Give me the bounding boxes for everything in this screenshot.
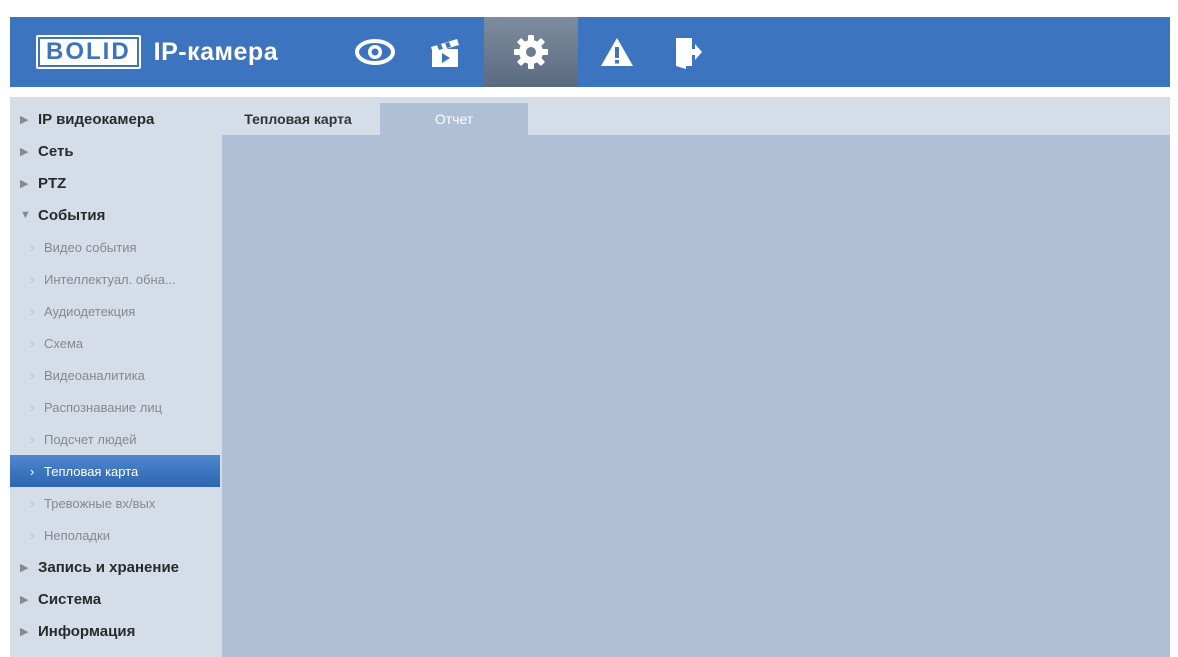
sidebar-item-information[interactable]: ▶ Информация	[10, 615, 222, 647]
sidebar-subitem-label: Видеоаналитика	[44, 367, 145, 383]
sidebar-item-events[interactable]: ▼ События	[10, 199, 222, 231]
sidebar-item-label: PTZ	[38, 174, 67, 192]
top-header: BOLID IP-камера	[10, 17, 1170, 87]
chevron-right-icon: ›	[30, 367, 35, 383]
sidebar-item-label: События	[38, 206, 106, 224]
sidebar-subitem-label: Тревожные вх/вых	[44, 495, 156, 511]
sidebar-item-ptz[interactable]: ▶ PTZ	[10, 167, 222, 199]
sidebar-subitem-scheme[interactable]: › Схема	[10, 327, 222, 359]
logout-icon	[676, 38, 703, 69]
sidebar-subitem-alarm-io[interactable]: › Тревожные вх/вых	[10, 487, 222, 519]
sidebar-item-label: Система	[38, 590, 102, 608]
sidebar-subitem-label: Подсчет людей	[44, 431, 137, 447]
sidebar-item-label: Информация	[38, 622, 136, 640]
sidebar-subitem-label: Тепловая карта	[44, 463, 139, 479]
eye-icon	[355, 39, 396, 65]
sidebar-subitem-face-recognition[interactable]: › Распознавание лиц	[10, 391, 222, 423]
sidebar-subitem-label: Схема	[44, 335, 84, 351]
sidebar-subitem-label: Неполадки	[44, 527, 110, 543]
chevron-right-icon: ›	[30, 335, 35, 351]
clapperboard-icon	[431, 39, 460, 67]
content-area	[222, 135, 1170, 657]
sidebar-subitem-label: Распознавание лиц	[44, 399, 163, 415]
warning-icon	[601, 38, 634, 66]
triangle-right-icon: ▶	[20, 625, 29, 638]
sidebar-subitem-label: Видео события	[44, 239, 137, 255]
nav-alarm-button[interactable]	[582, 17, 652, 87]
triangle-right-icon: ▶	[20, 113, 29, 126]
chevron-right-icon: ›	[30, 463, 35, 479]
chevron-right-icon: ›	[30, 495, 35, 511]
nav-live-view-button[interactable]	[340, 17, 410, 87]
sidebar-subitem-label: Аудиодетекция	[44, 303, 136, 319]
sidebar-item-label: Запись и хранение	[38, 558, 180, 576]
logo: BOLID IP-камера	[36, 35, 278, 69]
chevron-right-icon: ›	[30, 271, 35, 287]
triangle-down-icon: ▼	[20, 209, 31, 221]
tab-heat-map[interactable]: Тепловая карта	[222, 103, 374, 135]
chevron-right-icon: ›	[30, 527, 35, 543]
sidebar-subitem-people-counting[interactable]: › Подсчет людей	[10, 423, 222, 455]
sidebar-item-label: IP видеокамера	[38, 110, 155, 128]
sidebar-item-label: Сеть	[38, 142, 74, 160]
sidebar-subitem-label: Интеллектуал. обна...	[44, 271, 176, 287]
nav-settings-button[interactable]	[484, 17, 579, 87]
sidebar-item-ip-camera[interactable]: ▶ IP видеокамера	[10, 103, 222, 135]
chevron-right-icon: ›	[30, 431, 35, 447]
gear-icon	[514, 35, 549, 69]
triangle-right-icon: ▶	[20, 177, 29, 190]
sidebar-subitem-video-events[interactable]: › Видео события	[10, 231, 222, 263]
main-content: Тепловая карта Отчет	[222, 97, 1170, 657]
triangle-right-icon: ▶	[20, 593, 29, 606]
chevron-right-icon: ›	[30, 399, 35, 415]
triangle-right-icon: ▶	[20, 145, 29, 158]
brand-logo: BOLID	[36, 35, 141, 69]
sidebar-subitem-intelligent-detection[interactable]: › Интеллектуал. обна...	[10, 263, 222, 295]
sidebar-subitem-heat-map[interactable]: › Тепловая карта	[10, 455, 220, 487]
chevron-right-icon: ›	[30, 239, 35, 255]
main-nav	[340, 17, 722, 87]
sidebar-subitem-video-analytics[interactable]: › Видеоаналитика	[10, 359, 222, 391]
tab-bar: Тепловая карта Отчет	[222, 97, 1170, 135]
sidebar-item-system[interactable]: ▶ Система	[10, 583, 222, 615]
sidebar-item-network[interactable]: ▶ Сеть	[10, 135, 222, 167]
chevron-right-icon: ›	[30, 303, 35, 319]
sidebar-item-recording-storage[interactable]: ▶ Запись и хранение	[10, 551, 222, 583]
sidebar: ▶ IP видеокамера ▶ Сеть ▶ PTZ ▼ События …	[10, 97, 222, 657]
sidebar-subitem-audio-detection[interactable]: › Аудиодетекция	[10, 295, 222, 327]
sidebar-subitem-faults[interactable]: › Неполадки	[10, 519, 222, 551]
nav-logout-button[interactable]	[652, 17, 722, 87]
tab-report[interactable]: Отчет	[380, 103, 528, 135]
nav-playback-button[interactable]	[410, 17, 480, 87]
triangle-right-icon: ▶	[20, 561, 29, 574]
product-title: IP-камера	[153, 37, 279, 66]
